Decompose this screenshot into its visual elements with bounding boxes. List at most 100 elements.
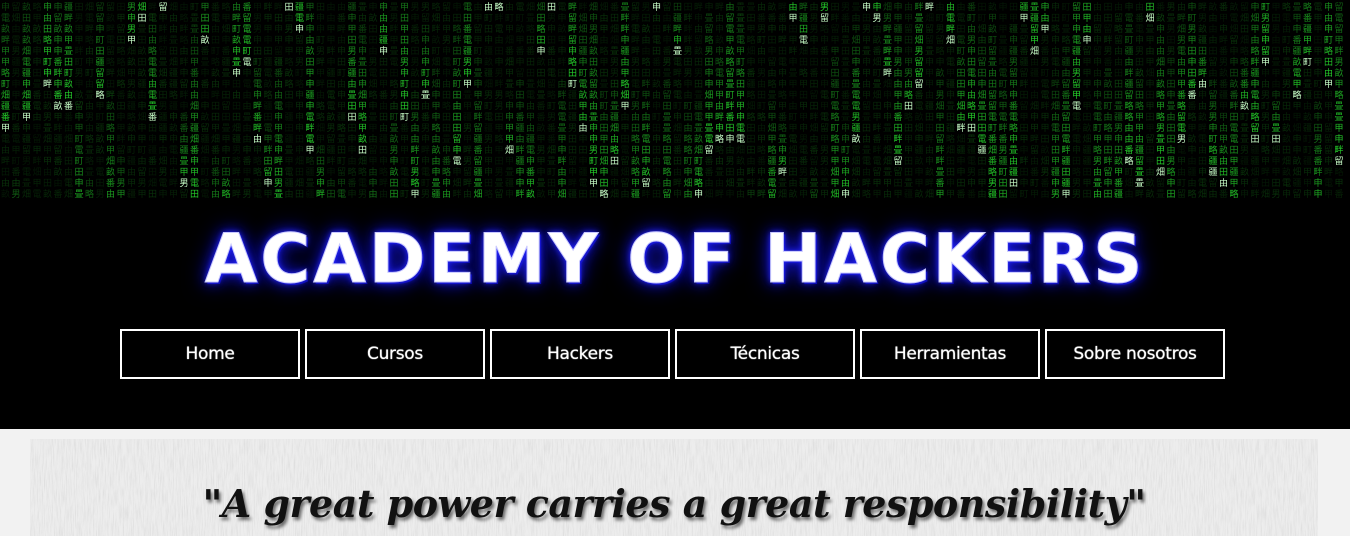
matrix-glyph: 畳 [285,145,294,156]
matrix-glyph: 甲 [873,189,882,198]
matrix-glyph: 留 [694,34,703,46]
nav-home[interactable]: Home [120,329,300,379]
matrix-glyph: 疆 [1009,167,1018,178]
nav-sobre-nosotros[interactable]: Sobre nosotros [1045,329,1225,379]
matrix-glyph: 甲 [526,112,535,123]
matrix-glyph: 畑 [117,67,126,79]
matrix-glyph: 申 [159,188,168,198]
matrix-glyph: 由 [726,1,735,13]
matrix-glyph: 甲 [1293,112,1302,123]
matrix-glyph: 由 [400,45,409,57]
matrix-glyph: 田 [1261,178,1270,189]
matrix-glyph: 田 [1272,178,1281,189]
matrix-glyph: 町 [789,113,798,123]
matrix-glyph: 畝 [726,45,735,57]
matrix-glyph: 田 [684,112,693,123]
matrix-glyph: 甲 [852,24,861,35]
matrix-glyph: 電 [673,90,682,101]
matrix-glyph: 申 [946,89,955,101]
matrix-glyph: 畔 [85,23,94,35]
matrix-glyph: 田 [579,189,588,198]
nav-tecnicas[interactable]: Técnicas [675,329,855,379]
matrix-glyph: 畑 [232,122,241,134]
matrix-glyph: 申 [999,1,1008,13]
matrix-glyph: 畔 [642,78,651,90]
matrix-glyph: 由 [684,188,693,198]
matrix-glyph: 申 [799,122,808,134]
matrix-glyph: 甲 [1083,68,1092,79]
matrix-glyph: 電 [799,35,808,46]
matrix-glyph: 田 [232,178,241,189]
matrix-glyph: 由 [684,89,693,101]
matrix-glyph: 由 [978,166,987,178]
matrix-glyph: 田 [516,90,525,101]
matrix-glyph: 番 [1198,56,1207,68]
matrix-glyph: 畳 [988,57,997,68]
matrix-glyph: 甲 [715,90,724,101]
matrix-glyph: 畳 [894,145,903,156]
matrix-glyph: 電 [558,2,567,13]
matrix-glyph: 畔 [1335,45,1344,57]
matrix-glyph: 由 [1093,1,1102,13]
matrix-glyph: 疆 [579,167,588,178]
matrix-glyph: 由 [967,89,976,101]
matrix-glyph: 畝 [1219,67,1228,79]
matrix-glyph: 田 [211,101,220,112]
matrix-glyph: 男 [159,101,168,112]
nav-herramientas[interactable]: Herramientas [860,329,1040,379]
matrix-glyph: 甲 [936,189,945,198]
matrix-glyph: 畔 [684,34,693,46]
matrix-glyph: 由 [715,12,724,24]
matrix-glyph: 甲 [127,68,136,79]
matrix-glyph: 疆 [127,189,136,198]
nav-cursos[interactable]: Cursos [305,329,485,379]
matrix-glyph: 男 [274,178,283,189]
matrix-glyph: 電 [400,178,409,189]
matrix-glyph: 畔 [568,1,577,13]
matrix-glyph: 番 [421,111,430,123]
nav-hackers[interactable]: Hackers [490,329,670,379]
matrix-glyph: 畔 [642,122,651,134]
matrix-glyph: 申 [547,23,556,35]
matrix-glyph: 甲 [1240,178,1249,189]
matrix-glyph: 甲 [1188,35,1197,46]
matrix-glyph: 畝 [1188,133,1197,145]
matrix-glyph: 畝 [54,100,63,112]
matrix-glyph: 由 [757,78,766,90]
matrix-glyph: 畝 [537,56,546,68]
matrix-glyph: 番 [33,89,42,101]
matrix-glyph: 由 [757,45,766,57]
matrix-glyph: 畝 [915,155,924,167]
matrix-glyph: 畳 [22,178,31,189]
matrix-glyph: 由 [1209,34,1218,46]
matrix-glyph: 畳 [852,79,861,90]
matrix-glyph: 町 [726,91,735,101]
matrix-glyph: 田 [789,24,798,35]
matrix-glyph: 甲 [75,123,84,134]
matrix-glyph: 町 [1062,3,1071,13]
matrix-glyph: 畝 [579,89,588,101]
matrix-glyph: 申 [1135,34,1144,46]
matrix-glyph: 疆 [1135,145,1144,156]
matrix-glyph: 由 [1051,111,1060,123]
matrix-glyph: 疆 [337,112,346,123]
matrix-glyph: 畝 [852,177,861,189]
matrix-glyph: 畔 [925,133,934,145]
matrix-glyph: 田 [778,46,787,57]
matrix-glyph: 留 [495,188,504,198]
matrix-glyph: 田 [348,112,357,123]
matrix-glyph: 甲 [904,134,913,145]
matrix-glyph: 留 [96,1,105,13]
matrix-glyph: 田 [411,46,420,57]
matrix-glyph: 略 [1261,144,1270,156]
matrix-glyph: 由 [747,155,756,167]
matrix-glyph: 留 [96,12,105,24]
matrix-glyph: 由 [411,89,420,101]
matrix-glyph: 男 [967,35,976,46]
matrix-glyph: 電 [999,112,1008,123]
matrix-glyph: 甲 [64,35,73,46]
matrix-glyph: 申 [673,111,682,123]
matrix-glyph: 疆 [138,79,147,90]
matrix-glyph: 畑 [852,155,861,167]
matrix-glyph: 申 [652,1,661,13]
